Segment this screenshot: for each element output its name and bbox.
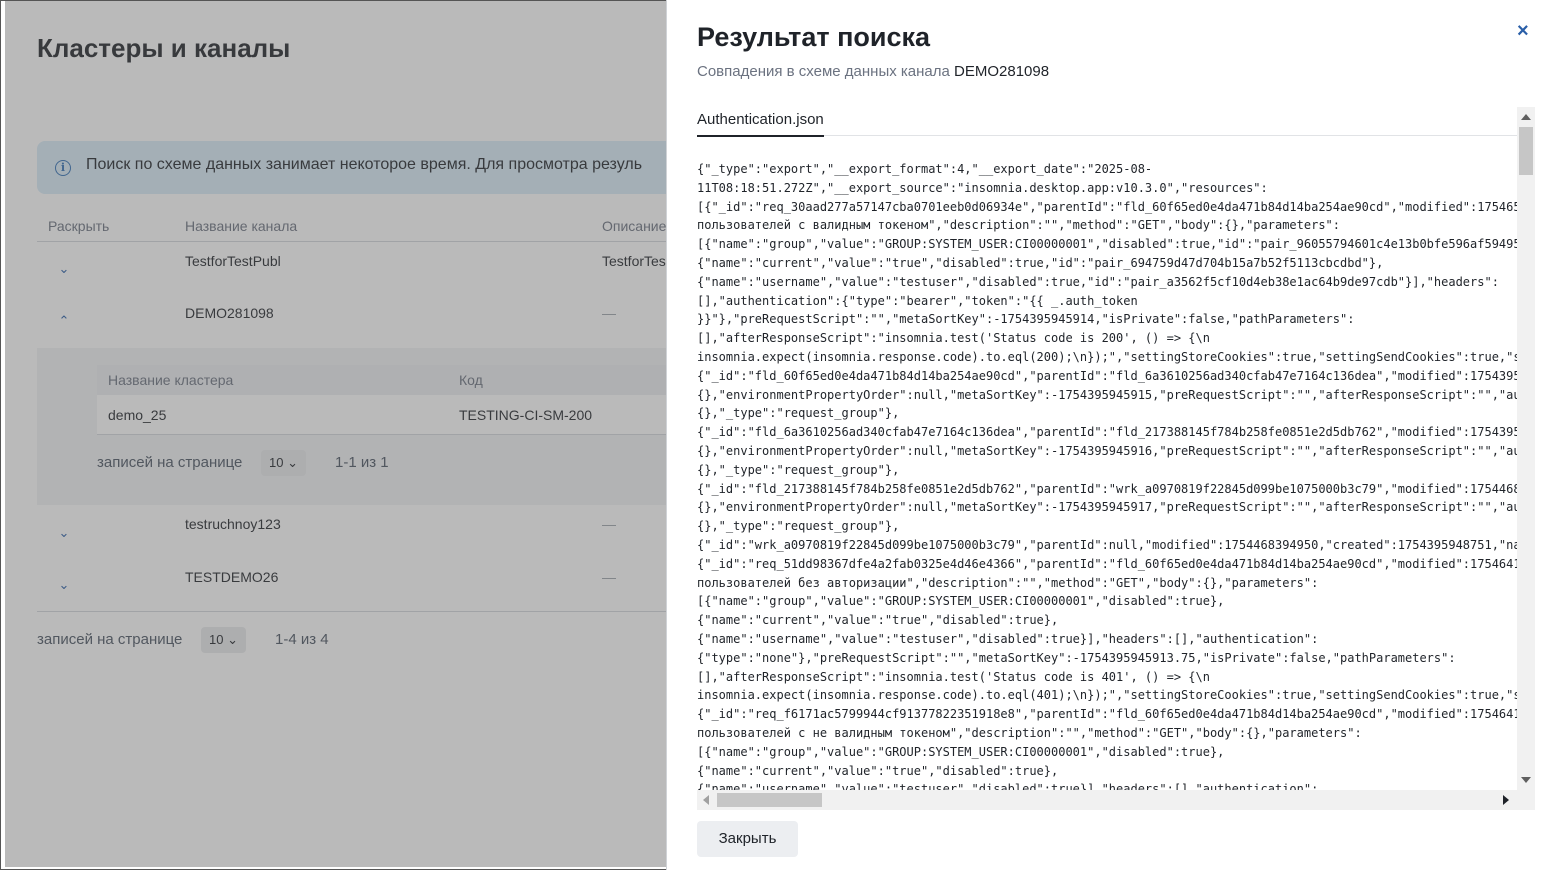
code-line: {"name":"username","value":"testuser","d…	[697, 274, 1499, 289]
code-line: [{"name":"group","value":"GROUP:SYSTEM_U…	[697, 237, 1517, 252]
vertical-scrollbar[interactable]	[1517, 107, 1535, 790]
scrollbar-thumb[interactable]	[717, 793, 822, 807]
scroll-up-icon[interactable]	[1521, 114, 1531, 120]
code-line: [{"_id":"req_30aad277a57147cba0701eeb0d0…	[697, 199, 1517, 214]
code-line: {},"_type":"request_group"},	[697, 462, 900, 477]
search-result-modal: × Результат поиска Совпадения в схеме да…	[666, 0, 1549, 870]
code-line: {"name":"username","value":"testuser","d…	[697, 782, 1319, 790]
code-line: пользователей с не валидным токеном","de…	[697, 725, 1362, 740]
json-viewer[interactable]: {"_type":"export","__export_format":4,"_…	[697, 160, 1517, 790]
code-line: пользователей без авторизации","descript…	[697, 575, 1319, 590]
code-line: }}"},"preRequestScript":"","metaSortKey"…	[697, 312, 1355, 327]
code-line: 11T08:18:51.272Z","__export_source":"ins…	[697, 180, 1268, 195]
modal-subtitle: Совпадения в схеме данных канала DEMO281…	[697, 63, 1049, 80]
modal-title: Результат поиска	[697, 22, 931, 52]
modal-backdrop[interactable]	[5, 1, 666, 867]
code-line: insomnia.expect(insomnia.response.code).…	[697, 349, 1517, 364]
scrollbar-thumb[interactable]	[1519, 127, 1533, 175]
code-line: {"_id":"wrk_a0970819f22845d099be1075000b…	[697, 537, 1517, 552]
code-line: {},"_type":"request_group"},	[697, 406, 900, 421]
close-icon[interactable]: ×	[1517, 20, 1529, 43]
code-line: [],"afterResponseScript":"insomnia.test(…	[697, 331, 1210, 346]
code-line: {"name":"current","value":"true","disabl…	[697, 255, 1384, 270]
code-line: {"_id":"fld_6a3610256ad340cfab47e7164c13…	[697, 425, 1517, 440]
code-line: {},"environmentPropertyOrder":null,"meta…	[697, 443, 1517, 458]
code-line: [],"authentication":{"type":"bearer","to…	[697, 293, 1138, 308]
code-line: [{"name":"group","value":"GROUP:SYSTEM_U…	[697, 744, 1225, 759]
code-line: {},"environmentPropertyOrder":null,"meta…	[697, 500, 1517, 515]
code-line: {"_id":"req_51dd98367dfe4a2fab0325e4d46e…	[697, 556, 1517, 571]
code-line: {"type":"none"},"preRequestScript":"","m…	[697, 650, 1456, 665]
code-line: {},"_type":"request_group"},	[697, 519, 900, 534]
scroll-right-icon[interactable]	[1503, 795, 1509, 805]
code-line: пользователей с валидным токеном","descr…	[697, 218, 1340, 233]
code-line: insomnia.expect(insomnia.response.code).…	[697, 688, 1517, 703]
code-line: [],"afterResponseScript":"insomnia.test(…	[697, 669, 1210, 684]
code-line: {},"environmentPropertyOrder":null,"meta…	[697, 387, 1517, 402]
scroll-left-icon[interactable]	[703, 795, 709, 805]
code-line: {"_type":"export","__export_format":4,"_…	[697, 162, 1153, 176]
code-line: {"name":"username","value":"testuser","d…	[697, 631, 1319, 646]
tab-authentication-json[interactable]: Authentication.json	[697, 111, 824, 137]
code-line: [{"name":"group","value":"GROUP:SYSTEM_U…	[697, 594, 1225, 609]
code-line: {"_id":"req_f6171ac5799944cf913778223519…	[697, 707, 1517, 722]
close-button[interactable]: Закрыть	[697, 821, 798, 857]
code-line: {"_id":"fld_60f65ed0e4da471b84d14ba254ae…	[697, 368, 1517, 383]
code-line: {"name":"current","value":"true","disabl…	[697, 763, 1059, 778]
code-line: {"name":"current","value":"true","disabl…	[697, 613, 1059, 628]
modal-subtitle-channel: DEMO281098	[954, 63, 1050, 80]
modal-subtitle-prefix: Совпадения в схеме данных канала	[697, 63, 950, 80]
horizontal-scrollbar[interactable]	[697, 790, 1535, 810]
scroll-down-icon[interactable]	[1521, 777, 1531, 783]
code-line: {"_id":"fld_217388145f784b258fe0851e2d5d…	[697, 481, 1517, 496]
